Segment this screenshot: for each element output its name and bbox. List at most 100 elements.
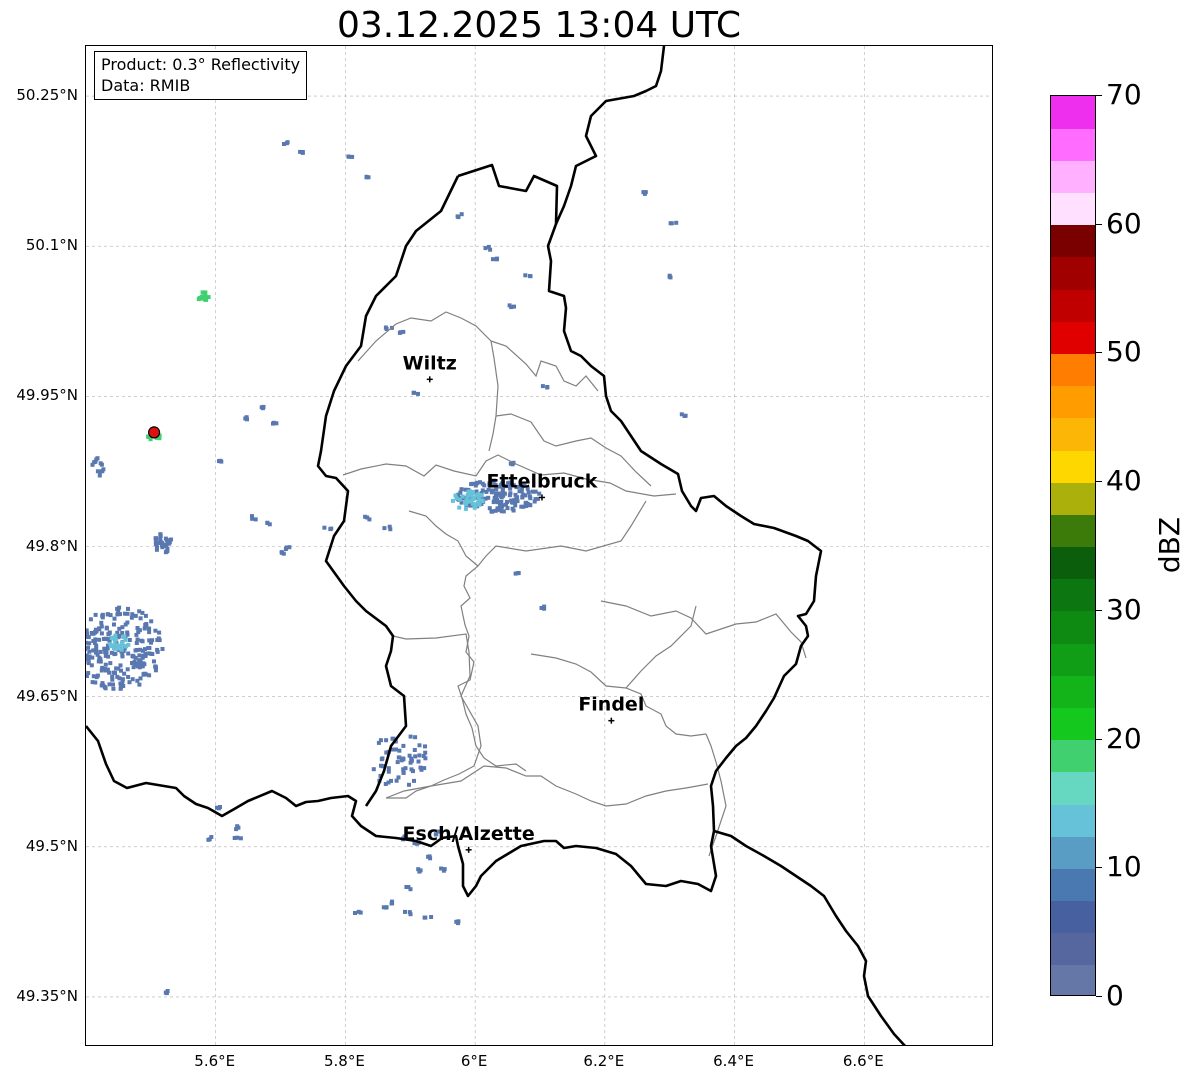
radar-echo-cell	[383, 782, 388, 786]
radar-echo-cell	[455, 214, 460, 219]
colorbar-tick-label: 10	[1106, 850, 1142, 884]
germany-border-east	[713, 829, 906, 1045]
radar-echo-cell	[390, 899, 394, 904]
radar-echo-cell	[101, 467, 106, 472]
radar-echo-cell	[450, 498, 455, 503]
radar-echo-cell	[366, 175, 371, 180]
radar-echo-cell	[423, 744, 427, 749]
radar-echo-cell	[126, 651, 131, 656]
radar-echo-cell	[401, 767, 406, 772]
colorbar-segment	[1051, 128, 1095, 161]
radar-echo-cell	[207, 837, 212, 842]
radar-echo-cell	[127, 680, 132, 685]
city-label: Esch/Alzette	[403, 823, 535, 845]
radar-echo-cell	[439, 866, 444, 871]
lat-tick-label: 49.95°N	[16, 386, 78, 405]
radar-echo-cell	[111, 670, 116, 675]
lon-tick-label: 6°E	[460, 1052, 488, 1070]
radar-echo-cell	[491, 257, 495, 262]
colorbar-segment	[1051, 289, 1095, 322]
radar-echo-cell	[519, 504, 524, 509]
radar-echo-cell	[540, 384, 545, 389]
canton-boundary-mersch	[457, 635, 527, 772]
radar-echo-cell	[511, 508, 516, 513]
radar-echo-cell	[667, 274, 672, 279]
radar-echo-cell	[130, 661, 134, 665]
lat-tick-label: 50.25°N	[16, 86, 78, 105]
radar-echo-cell	[143, 613, 148, 618]
radar-echo-cell	[109, 644, 113, 649]
radar-echo-cell	[350, 154, 355, 159]
radar-echo-cell	[386, 766, 391, 771]
radar-echo-cell	[141, 672, 146, 677]
colorbar-tick	[1096, 867, 1102, 869]
radar-echo-cell	[157, 630, 162, 635]
radar-echo-cell	[408, 734, 413, 739]
radar-echo-cell	[408, 887, 413, 892]
lat-tick-label: 49.5°N	[25, 836, 78, 855]
radar-echo-cell	[106, 654, 111, 659]
radar-echo-cell	[253, 517, 258, 522]
radar-echo-cell	[322, 525, 327, 530]
radar-echo-cell	[471, 495, 476, 500]
radar-echo-cell	[160, 647, 165, 651]
lat-tick-label: 50.1°N	[25, 236, 78, 255]
colorbar-segment	[1051, 675, 1095, 708]
colorbar-segment	[1051, 739, 1095, 773]
radar-echo-cell	[196, 297, 201, 302]
radar-echo-cell	[527, 274, 532, 278]
colorbar-segment	[1051, 836, 1095, 869]
radar-echo-cell	[87, 649, 92, 654]
canton-boundary-grevenmacher	[600, 600, 807, 659]
radar-echo-cell	[107, 682, 112, 687]
city-label: Findel	[578, 694, 644, 716]
radar-echo-cell	[442, 867, 447, 872]
radar-echo-cell	[457, 505, 462, 510]
radar-echo-cell	[463, 506, 468, 511]
radar-echo-cell	[416, 391, 420, 396]
radar-echo-cell	[504, 502, 508, 507]
radar-echo-cell	[153, 536, 158, 541]
radar-echo-cell	[86, 640, 88, 645]
canton-boundary-west	[408, 510, 479, 567]
lon-tick-label: 6.2°E	[583, 1052, 625, 1070]
colorbar-tick-label: 60	[1106, 206, 1142, 240]
colorbar-tick	[1096, 738, 1102, 740]
radar-echo-cell	[429, 915, 434, 919]
lon-tick-label: 6.4°E	[713, 1052, 754, 1070]
canton-boundary-remich	[705, 733, 727, 857]
radar-echo-cell	[113, 633, 118, 638]
radar-echo-cell	[413, 735, 418, 740]
colorbar-tick	[1096, 996, 1102, 997]
radar-echo-cell	[378, 738, 383, 743]
radar-echo-cell	[387, 524, 392, 529]
radar-echo-cell	[137, 653, 142, 658]
lon-tick-label: 5.6°E	[194, 1052, 236, 1070]
radar-echo-cell	[398, 330, 403, 335]
radar-echo-cell	[456, 921, 460, 926]
radar-echo-cell	[138, 616, 143, 621]
radar-echo-cell	[494, 257, 499, 262]
radar-echo-cell	[328, 527, 333, 532]
radar-echo-cell	[115, 674, 120, 679]
radar-echo-cell	[130, 612, 135, 617]
radar-echo-cell	[516, 571, 521, 575]
radar-echo-cell	[146, 646, 151, 650]
radar-echo-cell	[90, 462, 95, 467]
radar-echo-cell	[102, 646, 107, 651]
radar-echo-cell	[94, 457, 99, 462]
radar-echo-cell	[371, 767, 376, 772]
radar-echo-cell	[483, 246, 488, 251]
belgium-border-west	[316, 175, 460, 807]
radar-echo-cell	[397, 748, 402, 753]
radar-echo-cell	[539, 606, 544, 610]
radar-echo-cell	[245, 417, 249, 422]
radar-echo-cell	[125, 667, 130, 672]
radar-echo-cell	[122, 634, 127, 639]
radar-echo-cell	[112, 622, 116, 627]
radar-echo-cell	[97, 473, 102, 478]
radar-echo-cell	[513, 497, 518, 502]
radar-echo-cell	[164, 991, 169, 996]
radar-echo-cell	[99, 631, 104, 636]
colorbar-tick-label: 0	[1106, 979, 1124, 1012]
